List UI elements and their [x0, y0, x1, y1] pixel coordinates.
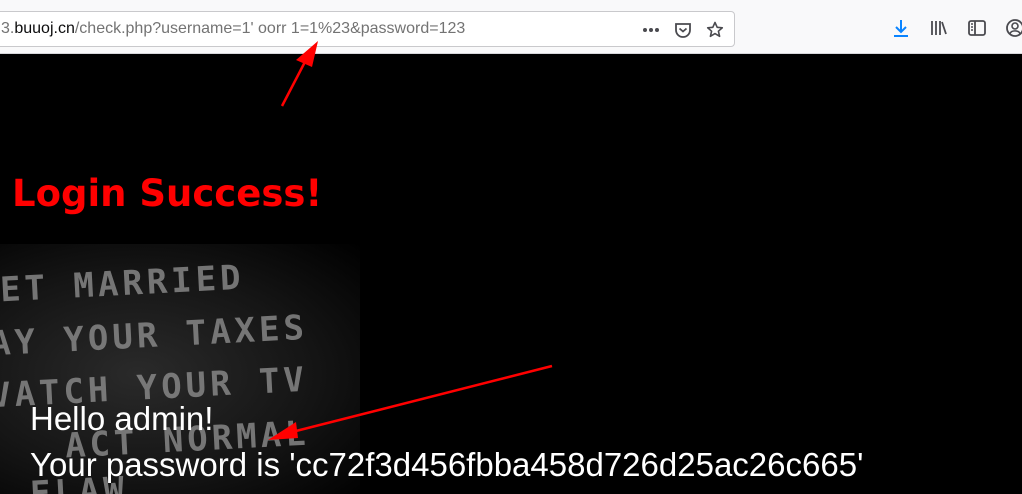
browser-toolbar: 3.buuoj.cn/check.php?username=1' oorr 1=… [0, 0, 1022, 54]
sidebar-icon [968, 20, 986, 36]
password-line: Your password is 'cc72f3d456fbba458d726d… [30, 446, 864, 483]
more-horizontal-icon [643, 28, 659, 32]
url-actions [638, 17, 728, 43]
bookmark-button[interactable] [702, 17, 728, 43]
account-button[interactable] [1002, 15, 1022, 41]
library-icon [931, 21, 947, 35]
url-domain: buuoj.cn [14, 20, 75, 37]
account-icon [1006, 19, 1022, 37]
star-icon [706, 21, 724, 38]
downloads-button[interactable] [888, 15, 914, 41]
url-prefix: 3. [1, 20, 15, 37]
pocket-button[interactable] [670, 17, 696, 43]
toolbar-right [888, 15, 1022, 41]
download-icon [894, 20, 908, 37]
login-success-heading: Login Success! [12, 172, 323, 215]
library-button[interactable] [926, 15, 952, 41]
url-text[interactable]: 3.buuoj.cn/check.php?username=1' oorr 1=… [1, 20, 465, 38]
poster-line: ET MARRIED [0, 257, 246, 311]
address-bar[interactable]: 3.buuoj.cn/check.php?username=1' oorr 1=… [0, 11, 735, 47]
poster-line: AY YOUR TAXES [0, 307, 309, 365]
page-content: ET MARRIED AY YOUR TAXES VATCH YOUR TV A… [0, 54, 1022, 494]
hello-line: Hello admin! [30, 400, 214, 437]
url-path: /check.php?username=1' oorr 1=1%23&passw… [74, 20, 466, 37]
pocket-icon [675, 23, 691, 38]
sidebar-button[interactable] [964, 15, 990, 41]
result-message: Hello admin! Your password is 'cc72f3d45… [30, 396, 863, 488]
page-actions-button[interactable] [638, 17, 664, 43]
